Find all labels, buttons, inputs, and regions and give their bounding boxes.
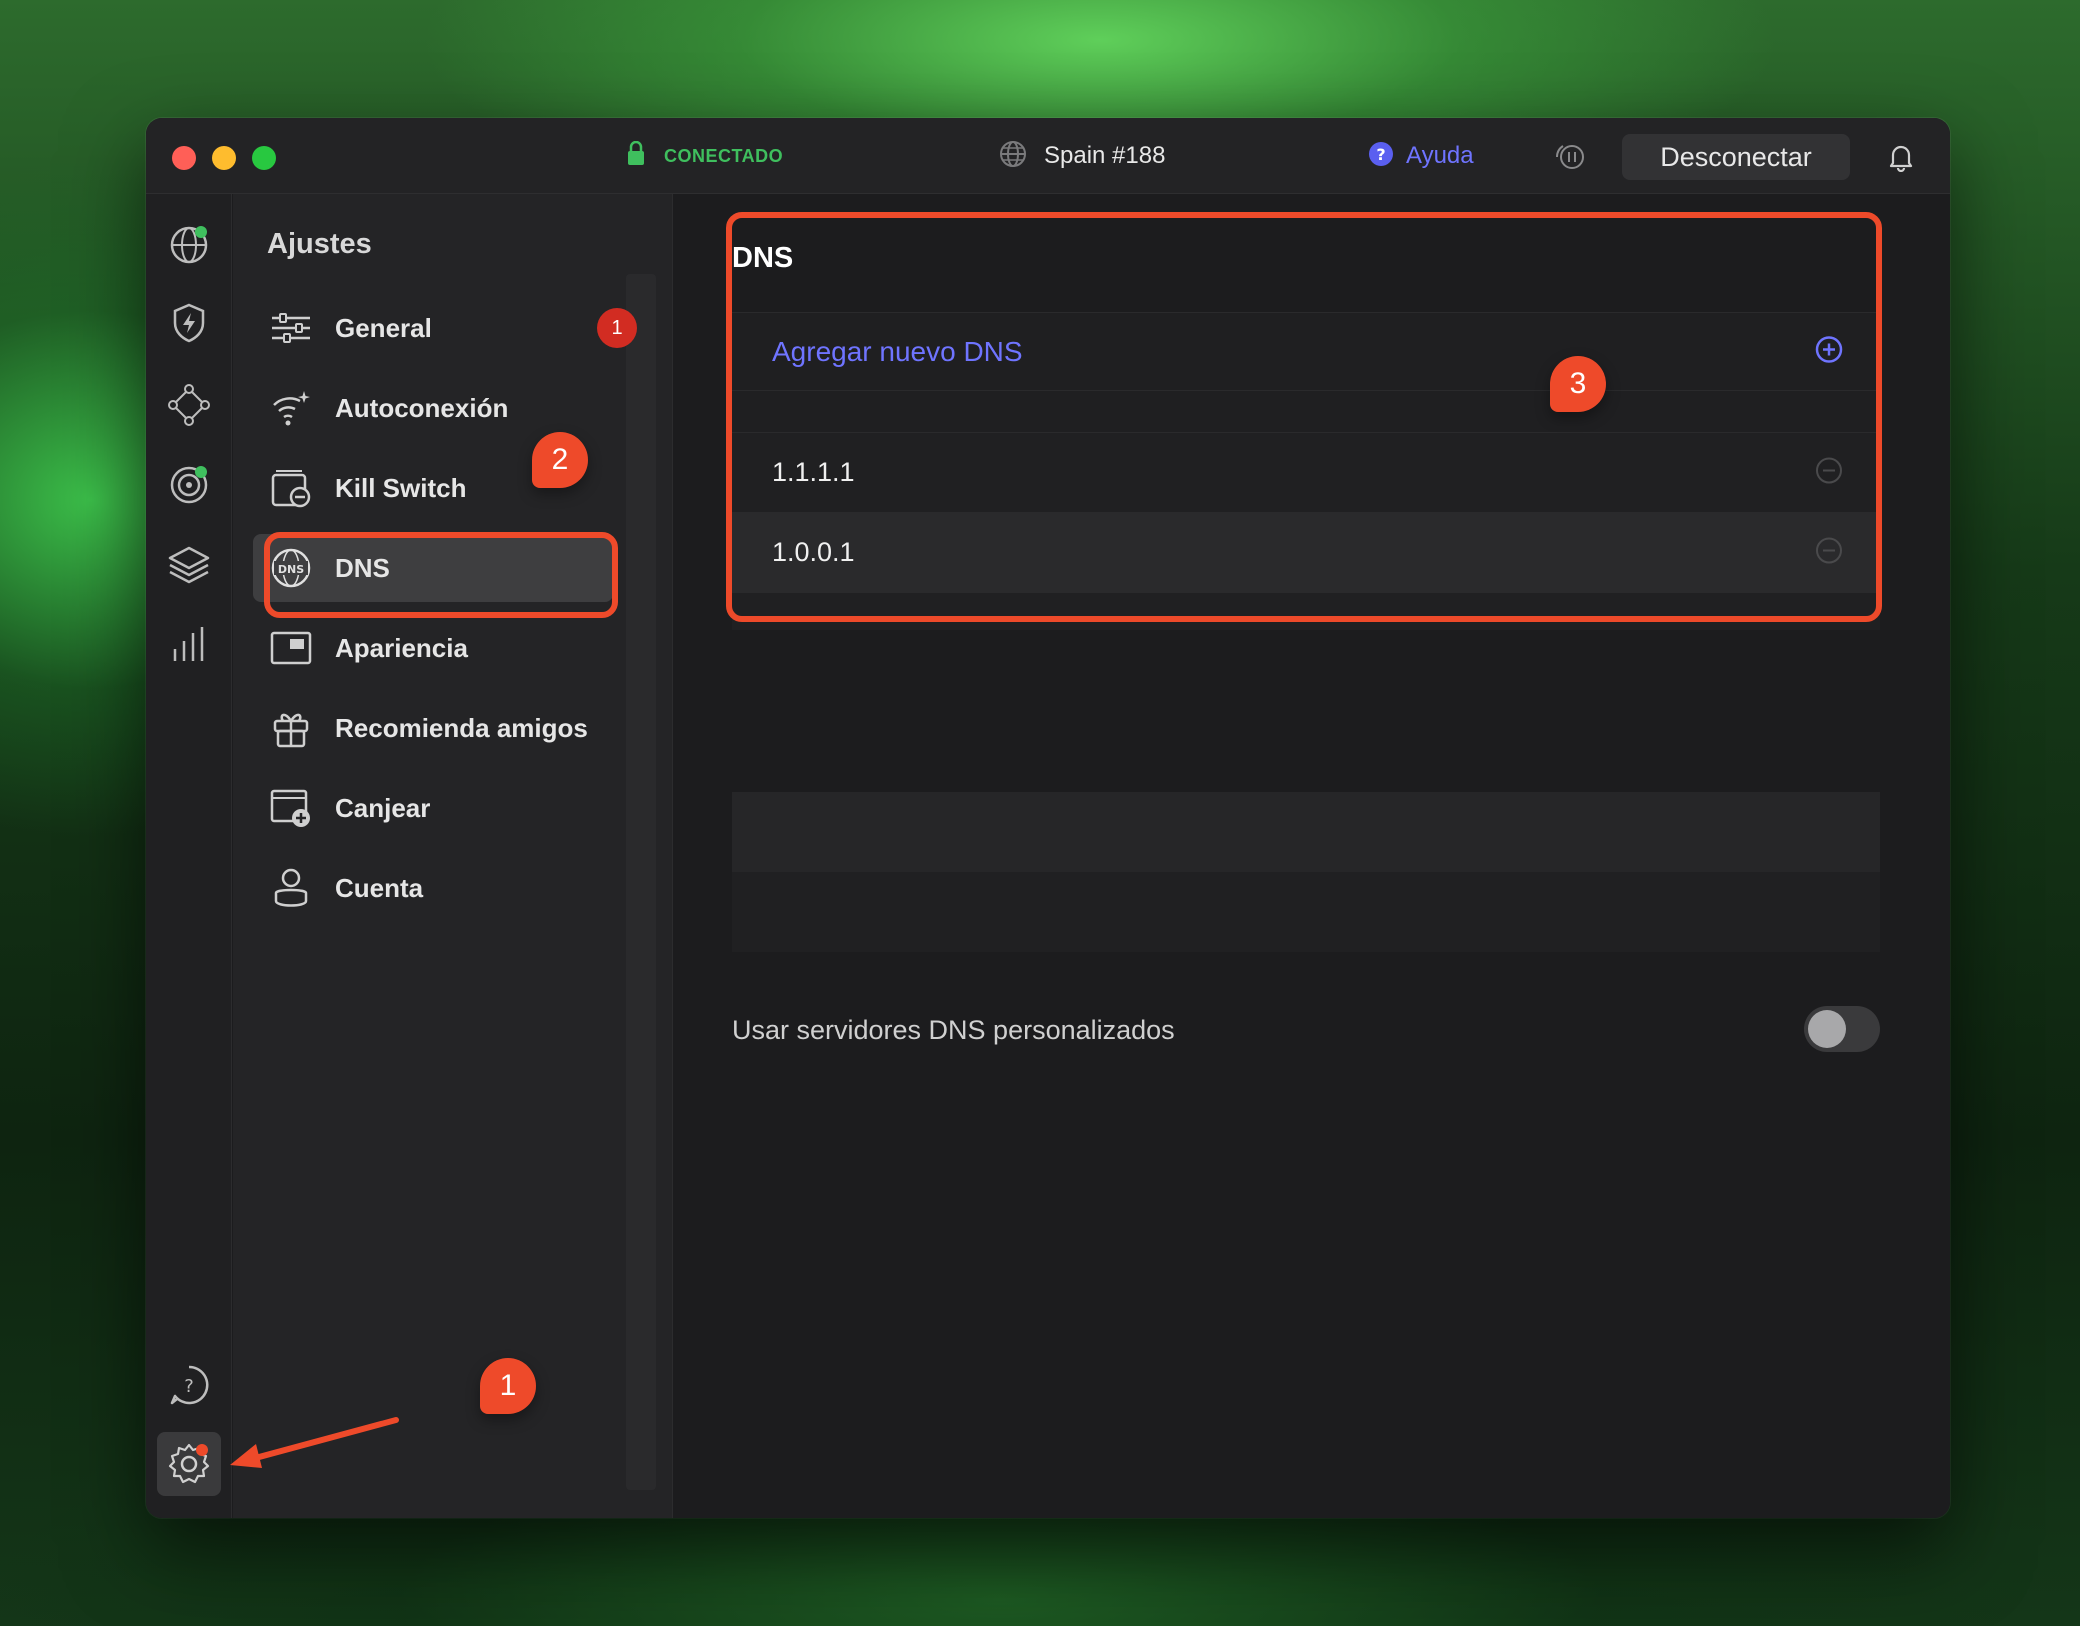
pause-timer-icon[interactable]: [1554, 142, 1586, 177]
disconnect-button[interactable]: Desconectar: [1622, 134, 1850, 180]
stats-bars-icon[interactable]: [166, 622, 212, 668]
help-label: Ayuda: [1406, 142, 1474, 169]
sidebar-item-general[interactable]: General 1: [253, 294, 637, 362]
toggle-knob: [1808, 1010, 1846, 1048]
settings-gear-icon[interactable]: [157, 1432, 221, 1496]
sidebar-item-apariencia[interactable]: Apariencia: [253, 614, 613, 682]
sidebar-item-label: Apariencia: [335, 632, 468, 663]
highlight-dns-list: [726, 212, 1882, 622]
custom-dns-toggle[interactable]: [1804, 1006, 1880, 1052]
connection-status: CONECTADO: [626, 138, 783, 174]
redeem-icon: [269, 786, 313, 830]
settings-sidebar: Ajustes General 1 Autoconexión Kill Swit…: [233, 194, 673, 1518]
server-selector[interactable]: Spain #188: [998, 138, 1165, 174]
sidebar-item-label: Recomienda amigos: [335, 712, 588, 743]
custom-dns-label: Usar servidores DNS personalizados: [732, 1014, 1175, 1045]
empty-list-row: [732, 792, 1880, 872]
sidebar-title: Ajustes: [267, 228, 372, 260]
appearance-icon: [269, 626, 313, 670]
sidebar-item-cuenta[interactable]: Cuenta: [253, 854, 613, 922]
annotation-arrow: [230, 1417, 399, 1468]
server-name: Spain #188: [1044, 142, 1166, 169]
bell-icon[interactable]: [1888, 142, 1914, 177]
account-icon: [269, 866, 313, 910]
zoom-window-button[interactable]: [252, 146, 276, 170]
sidebar-item-label: Canjear: [335, 792, 431, 823]
status-text: CONECTADO: [664, 145, 784, 166]
highlight-dns-nav: [264, 532, 618, 618]
question-circle-icon: ?: [1368, 141, 1394, 172]
annotation-marker-3: 3: [1550, 356, 1606, 412]
sidebar-scrollbar[interactable]: [626, 274, 656, 1490]
annotation-marker-2: 2: [532, 432, 588, 488]
sidebar-item-label: Cuenta: [335, 872, 424, 903]
sidebar-item-canjear[interactable]: Canjear: [253, 774, 613, 842]
globe-nav-icon[interactable]: [166, 222, 212, 268]
layers-icon[interactable]: [166, 542, 212, 588]
globe-icon: [998, 139, 1028, 174]
support-chat-icon[interactable]: ?: [166, 1362, 212, 1408]
wifi-sparkle-icon: [269, 386, 313, 430]
threat-protection-icon[interactable]: [166, 462, 212, 508]
annotation-marker-1: 1: [480, 1358, 536, 1414]
gift-icon: [269, 706, 313, 750]
custom-dns-setting: Usar servidores DNS personalizados: [732, 1002, 1880, 1058]
kill-switch-icon: [269, 466, 313, 510]
empty-list-row: [732, 872, 1880, 952]
svg-text:?: ?: [184, 1376, 194, 1397]
svg-text:?: ?: [1376, 145, 1385, 164]
shield-bolt-icon[interactable]: [166, 300, 212, 346]
notification-badge: 1: [597, 308, 637, 348]
sliders-icon: [269, 306, 313, 350]
meshnet-icon[interactable]: [166, 382, 212, 428]
sidebar-item-recomienda-amigos[interactable]: Recomienda amigos: [253, 694, 613, 762]
title-bar: CONECTADO Spain #188 ? Ayuda Desconectar: [146, 118, 1950, 194]
sidebar-item-label: Autoconexión: [335, 392, 509, 423]
lock-icon: [626, 140, 646, 172]
sidebar-item-label: Kill Switch: [335, 472, 467, 503]
close-window-button[interactable]: [172, 146, 196, 170]
icon-bar: ?: [146, 194, 232, 1518]
sidebar-item-label: General: [335, 312, 432, 343]
minimize-window-button[interactable]: [212, 146, 236, 170]
help-link[interactable]: ? Ayuda: [1368, 138, 1474, 174]
